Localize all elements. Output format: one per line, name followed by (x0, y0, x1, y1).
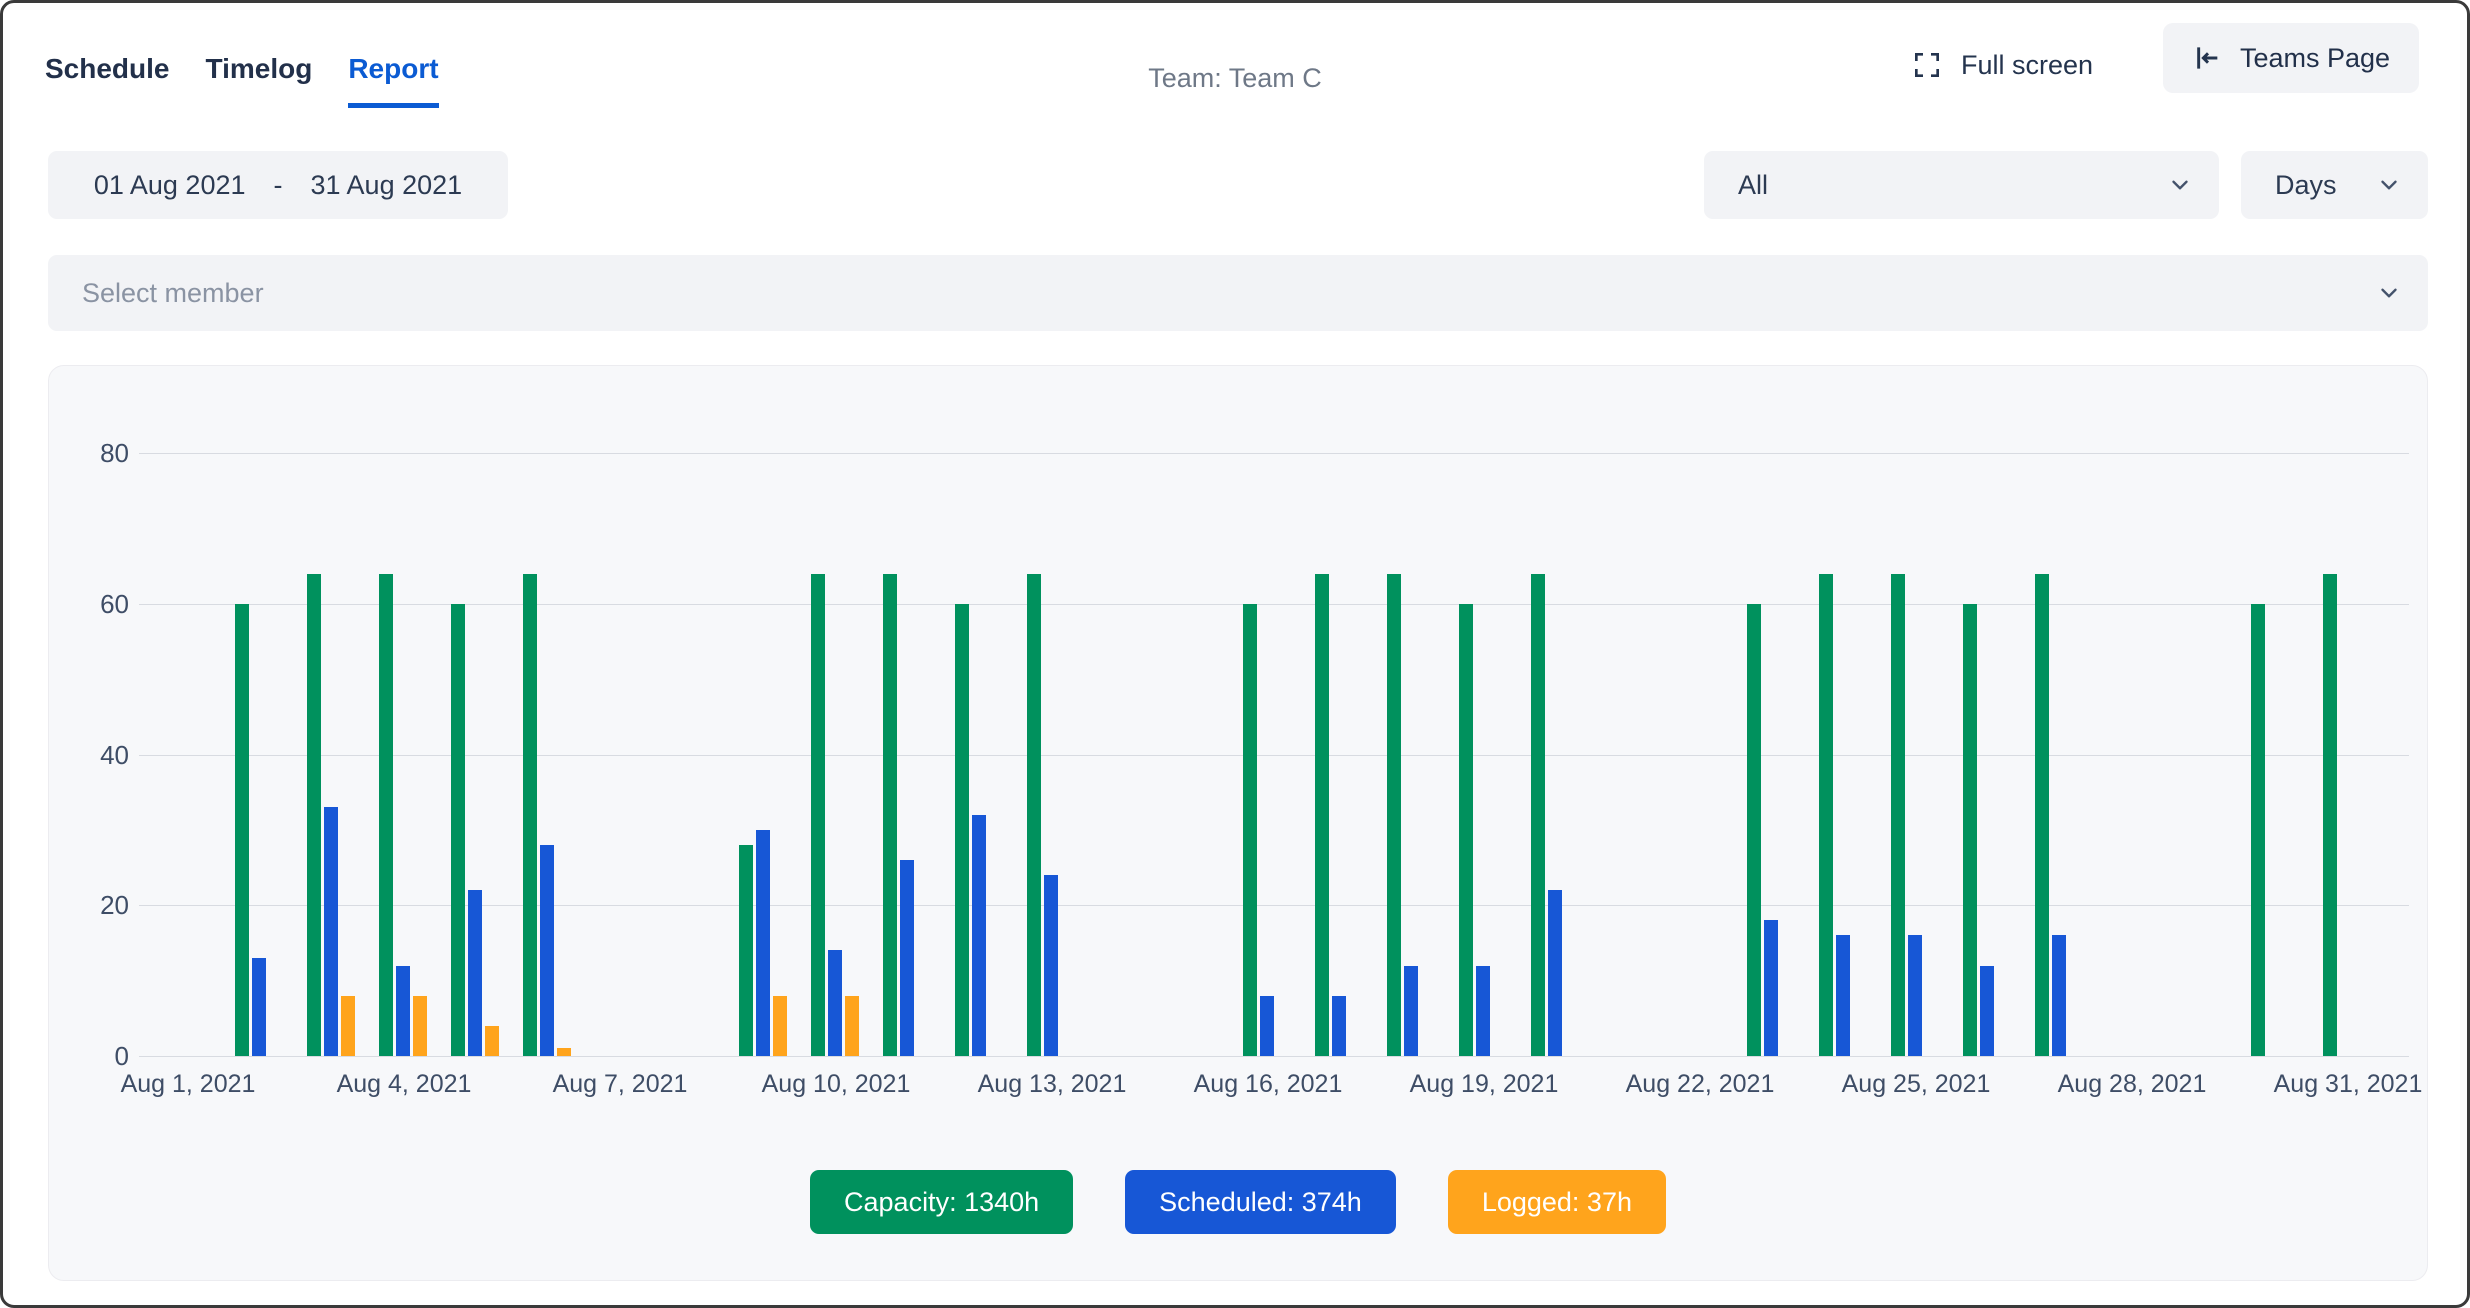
member-select-dropdown[interactable]: Select member (48, 255, 2428, 331)
logged-bar[interactable] (413, 996, 427, 1056)
capacity-bar[interactable] (1459, 604, 1473, 1056)
capacity-bar[interactable] (451, 604, 465, 1056)
logged-bar[interactable] (341, 996, 355, 1056)
capacity-bar[interactable] (307, 574, 321, 1056)
fullscreen-icon (1911, 49, 1943, 81)
exit-icon (2192, 42, 2224, 74)
date-from: 01 Aug 2021 (94, 170, 246, 201)
scheduled-bar[interactable] (1404, 966, 1418, 1056)
legend-logged-button[interactable]: Logged: 37h (1448, 1170, 1666, 1234)
scheduled-bar[interactable] (2052, 935, 2066, 1056)
y-axis-tick-label: 40 (49, 739, 129, 771)
capacity-bar[interactable] (883, 574, 897, 1056)
capacity-bar[interactable] (1387, 574, 1401, 1056)
gridline (139, 604, 2409, 605)
logged-bar[interactable] (557, 1048, 571, 1056)
fullscreen-label: Full screen (1961, 50, 2093, 81)
app-window: ScheduleTimelogReport Team: Team C Full … (0, 0, 2470, 1308)
logged-bar[interactable] (773, 996, 787, 1056)
x-axis-tick-label: Aug 31, 2021 (2218, 1070, 2428, 1099)
y-axis-tick-label: 80 (49, 437, 129, 469)
date-range-picker[interactable]: 01 Aug 2021 - 31 Aug 2021 (48, 151, 508, 219)
capacity-bar[interactable] (739, 845, 753, 1056)
gridline (139, 755, 2409, 756)
y-axis-tick-label: 20 (49, 889, 129, 921)
filter-all-dropdown[interactable]: All (1704, 151, 2219, 219)
capacity-bar[interactable] (1243, 604, 1257, 1056)
teams-page-button[interactable]: Teams Page (2163, 23, 2419, 93)
legend-capacity-button[interactable]: Capacity: 1340h (810, 1170, 1073, 1234)
scheduled-bar[interactable] (1260, 996, 1274, 1056)
capacity-bar[interactable] (379, 574, 393, 1056)
y-axis-tick-label: 0 (49, 1040, 129, 1072)
scheduled-bar[interactable] (1548, 890, 1562, 1056)
chart-legend: Capacity: 1340h Scheduled: 374h Logged: 37… (49, 1170, 2427, 1234)
capacity-bar[interactable] (1315, 574, 1329, 1056)
capacity-bar[interactable] (811, 574, 825, 1056)
capacity-bar[interactable] (1531, 574, 1545, 1056)
capacity-bar[interactable] (1963, 604, 1977, 1056)
logged-bar[interactable] (845, 996, 859, 1056)
scheduled-bar[interactable] (756, 830, 770, 1056)
chart-plot: 020406080Aug 1, 2021Aug 4, 2021Aug 7, 20… (49, 366, 2427, 1280)
capacity-bar[interactable] (1747, 604, 1761, 1056)
logged-bar[interactable] (485, 1026, 499, 1056)
granularity-dropdown[interactable]: Days (2241, 151, 2428, 219)
chart-card: 020406080Aug 1, 2021Aug 4, 2021Aug 7, 20… (48, 365, 2428, 1281)
scheduled-bar[interactable] (972, 815, 986, 1056)
teams-page-label: Teams Page (2240, 43, 2390, 74)
chevron-down-icon (2167, 172, 2193, 198)
scheduled-bar[interactable] (540, 845, 554, 1056)
capacity-bar[interactable] (1819, 574, 1833, 1056)
gridline (139, 1056, 2409, 1057)
legend-scheduled-button[interactable]: Scheduled: 374h (1125, 1170, 1396, 1234)
scheduled-bar[interactable] (1980, 966, 1994, 1056)
scheduled-bar[interactable] (468, 890, 482, 1056)
date-separator: - (274, 170, 283, 201)
capacity-bar[interactable] (1027, 574, 1041, 1056)
chevron-down-icon (2376, 172, 2402, 198)
capacity-bar[interactable] (2035, 574, 2049, 1056)
gridline (139, 453, 2409, 454)
date-to: 31 Aug 2021 (311, 170, 463, 201)
scheduled-bar[interactable] (324, 807, 338, 1056)
capacity-bar[interactable] (235, 604, 249, 1056)
scheduled-bar[interactable] (1476, 966, 1490, 1056)
capacity-bar[interactable] (523, 574, 537, 1056)
capacity-bar[interactable] (955, 604, 969, 1056)
scheduled-bar[interactable] (1836, 935, 1850, 1056)
scheduled-bar[interactable] (1764, 920, 1778, 1056)
scheduled-bar[interactable] (1908, 935, 1922, 1056)
fullscreen-button[interactable]: Full screen (1911, 33, 2093, 97)
capacity-bar[interactable] (2251, 604, 2265, 1056)
capacity-bar[interactable] (2323, 574, 2337, 1056)
member-select-placeholder: Select member (82, 278, 264, 309)
filter-all-value: All (1738, 170, 1768, 201)
scheduled-bar[interactable] (396, 966, 410, 1056)
granularity-value: Days (2275, 170, 2337, 201)
scheduled-bar[interactable] (1332, 996, 1346, 1056)
scheduled-bar[interactable] (1044, 875, 1058, 1056)
team-label: Team: Team C (3, 63, 2467, 94)
capacity-bar[interactable] (1891, 574, 1905, 1056)
scheduled-bar[interactable] (900, 860, 914, 1056)
scheduled-bar[interactable] (252, 958, 266, 1056)
scheduled-bar[interactable] (828, 950, 842, 1056)
y-axis-tick-label: 60 (49, 588, 129, 620)
chevron-down-icon (2376, 280, 2402, 306)
